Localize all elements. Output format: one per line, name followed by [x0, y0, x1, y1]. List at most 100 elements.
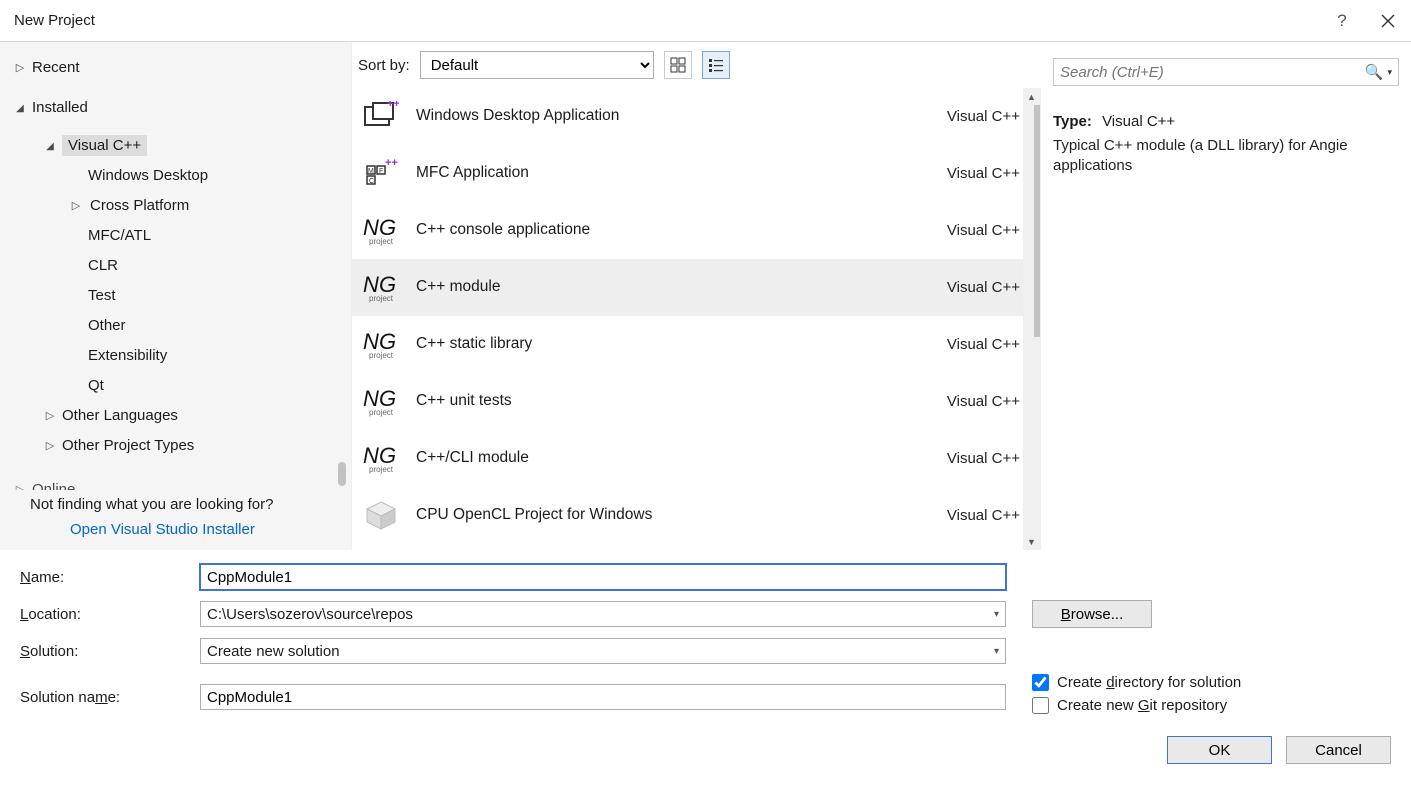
template-icon: NGproject	[360, 439, 402, 477]
close-icon[interactable]	[1379, 12, 1397, 30]
tree-label-selected: Visual C++	[62, 135, 147, 156]
template-lang: Visual C++	[920, 393, 1020, 410]
browse-button[interactable]: Browse...	[1032, 600, 1152, 628]
scroll-down-icon[interactable]: ▼	[1023, 533, 1040, 550]
open-installer-link[interactable]: Open Visual Studio Installer	[30, 521, 337, 538]
template-list: ++Windows Desktop ApplicationVisual C++M…	[352, 88, 1041, 550]
template-icon: NGproject	[360, 268, 402, 306]
scrollbar-thumb[interactable]	[1034, 105, 1042, 337]
window-actions: ?	[1333, 12, 1397, 30]
create-git-checkbox[interactable]	[1032, 697, 1049, 714]
tree-installed[interactable]: Installed	[14, 92, 351, 122]
tree-item-windows-desktop[interactable]: Windows Desktop	[14, 160, 351, 190]
type-value: Visual C++	[1102, 113, 1175, 130]
tree-label: Other Languages	[62, 407, 178, 424]
not-finding-text: Not finding what you are looking for?	[30, 496, 337, 513]
svg-text:project: project	[369, 237, 394, 246]
sidebar: Recent Installed Visual C++ Windows Desk…	[0, 42, 352, 550]
tree-item-extensibility[interactable]: Extensibility	[14, 340, 351, 370]
template-icon: NGproject	[360, 325, 402, 363]
scrollbar-thumb[interactable]	[338, 462, 346, 486]
project-form: Name: Location: C:\Users\sozerov\source\…	[0, 550, 1411, 730]
chevron-down-icon: ▾	[994, 609, 999, 620]
view-large-icon[interactable]	[664, 51, 692, 79]
solution-name-input[interactable]	[200, 684, 1006, 710]
chevron-right-icon	[44, 438, 56, 452]
tree-other-languages[interactable]: Other Languages	[14, 400, 351, 430]
solution-name-label: Solution name:	[20, 689, 200, 706]
name-input[interactable]	[200, 564, 1006, 590]
window-title: New Project	[14, 12, 1333, 29]
tree-visual-cpp[interactable]: Visual C++	[14, 130, 351, 160]
svg-text:project: project	[369, 465, 394, 474]
template-row[interactable]: NGproject C++/CLI module Visual C++	[352, 430, 1040, 487]
template-name: C++/CLI module	[416, 449, 906, 467]
search-input[interactable]	[1060, 64, 1365, 81]
template-name: Windows Desktop Application	[416, 107, 906, 125]
tree-label: Other Project Types	[62, 437, 194, 454]
tree-recent[interactable]: Recent	[14, 52, 351, 82]
template-name: C++ console applicatione	[416, 221, 906, 239]
location-value: C:\Users\sozerov\source\repos	[207, 606, 413, 623]
template-row[interactable]: CPU OpenCL Project for WindowsVisual C++	[352, 487, 1040, 544]
type-line: Type: Visual C++	[1053, 113, 1399, 130]
tree-item-qt[interactable]: Qt	[14, 370, 351, 400]
template-lang: Visual C++	[920, 222, 1020, 239]
template-row[interactable]: MFC++MFC ApplicationVisual C++	[352, 145, 1040, 202]
info-panel: 🔍 ▾ Type: Visual C++ Typical C++ module …	[1041, 42, 1411, 550]
center-panel: Sort by: Default ++ Windows Desktop Appli…	[352, 42, 1041, 550]
sidebar-scrollbar[interactable]	[338, 42, 348, 494]
chevron-down-icon: ▾	[994, 646, 999, 657]
svg-text:project: project	[369, 351, 394, 360]
template-row[interactable]: NGprojectC++ static libraryVisual C++	[352, 316, 1040, 373]
tree-item-other[interactable]: Other	[14, 310, 351, 340]
tree-label: Installed	[32, 99, 88, 116]
view-list-icon[interactable]	[702, 51, 730, 79]
template-icon: ++	[360, 97, 402, 135]
search-dropdown-icon[interactable]: ▾	[1387, 67, 1392, 78]
create-directory-check[interactable]: Create directory for solution	[1032, 674, 1391, 691]
tree-item-clr[interactable]: CLR	[14, 250, 351, 280]
location-combo[interactable]: C:\Users\sozerov\source\repos ▾	[200, 601, 1006, 627]
tree-other-project-types[interactable]: Other Project Types	[14, 430, 351, 460]
search-input-wrapper[interactable]: 🔍 ▾	[1053, 58, 1399, 86]
template-name: CPU OpenCL Project for Windows	[416, 506, 906, 524]
sortby-select[interactable]: Default	[420, 51, 654, 79]
ok-button[interactable]: OK	[1167, 736, 1272, 764]
template-description: Typical C++ module (a DLL library) for A…	[1053, 136, 1399, 177]
template-name: C++ static library	[416, 335, 906, 353]
location-label: Location:	[20, 606, 200, 623]
help-icon[interactable]: ?	[1333, 12, 1351, 30]
template-row[interactable]: NGprojectC++ moduleVisual C++	[352, 259, 1040, 316]
template-icon: MFC++	[360, 154, 402, 192]
template-name: C++ unit tests	[416, 392, 906, 410]
chevron-right-icon	[14, 60, 26, 74]
svg-text:F: F	[379, 168, 383, 175]
list-scrollbar[interactable]: ▲ ▼	[1023, 88, 1040, 550]
template-row[interactable]: NGprojectC++ unit testsVisual C++	[352, 373, 1040, 430]
template-lang: Visual C++	[920, 450, 1020, 467]
chevron-right-icon	[44, 408, 56, 422]
create-git-check[interactable]: Create new Git repository	[1032, 697, 1391, 714]
cancel-button[interactable]: Cancel	[1286, 736, 1391, 764]
solution-combo[interactable]: Create new solution ▾	[200, 638, 1006, 664]
svg-text:++: ++	[387, 101, 399, 110]
sort-toolbar: Sort by: Default	[352, 42, 1041, 88]
tree-item-cross-platform[interactable]: Cross Platform	[14, 190, 351, 220]
template-row[interactable]: NGprojectC++ console applicationeVisual …	[352, 202, 1040, 259]
solution-value: Create new solution	[207, 643, 340, 660]
tree-item-test[interactable]: Test	[14, 280, 351, 310]
search-icon[interactable]: 🔍	[1365, 63, 1384, 81]
scroll-up-icon[interactable]: ▲	[1023, 88, 1040, 105]
checkbox-group: Create directory for solution Create new…	[1006, 674, 1391, 720]
create-directory-checkbox[interactable]	[1032, 674, 1049, 691]
tree-label: Recent	[32, 59, 80, 76]
tree-item-mfc-atl[interactable]: MFC/ATL	[14, 220, 351, 250]
sidebar-footer: Not finding what you are looking for? Op…	[0, 490, 351, 550]
name-label: Name:	[20, 569, 200, 586]
chevron-down-icon	[14, 100, 26, 114]
template-lang: Visual C++	[920, 165, 1020, 182]
chevron-right-icon	[70, 198, 82, 212]
template-icon	[360, 496, 402, 534]
template-row[interactable]: ++Windows Desktop ApplicationVisual C++	[352, 88, 1040, 145]
